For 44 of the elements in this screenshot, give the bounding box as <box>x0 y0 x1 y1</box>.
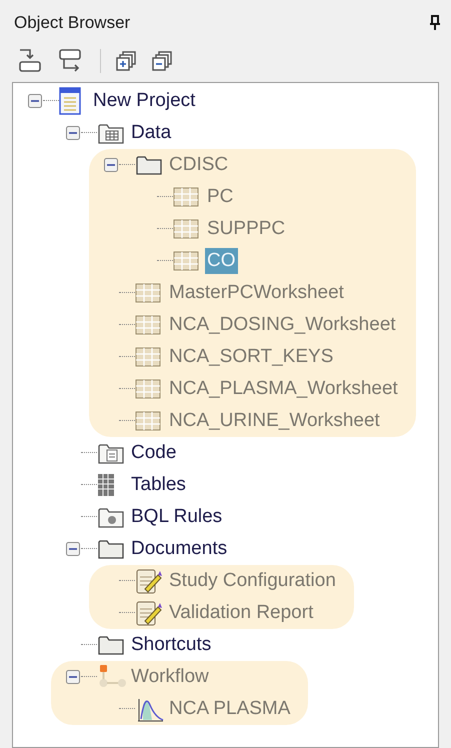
tree-item[interactable]: PC <box>205 184 236 210</box>
collapse-toggle[interactable] <box>104 158 118 172</box>
panel-title: Object Browser <box>14 12 130 34</box>
collapse-toggle[interactable] <box>66 126 80 140</box>
table-icon <box>135 410 161 430</box>
project-icon <box>59 86 81 114</box>
table-icon <box>173 218 199 238</box>
table-icon <box>173 250 199 270</box>
tree-item[interactable]: SUPPPC <box>205 216 288 242</box>
move-down-icon[interactable] <box>18 48 44 74</box>
collapse-toggle[interactable] <box>28 94 42 108</box>
tree-item[interactable]: Data <box>129 120 174 146</box>
tables-icon <box>97 472 115 496</box>
tree-item[interactable]: Study Configuration <box>167 568 338 594</box>
tree-item[interactable]: NCA PLASMA <box>167 696 292 722</box>
pin-icon[interactable] <box>429 14 441 31</box>
collapse-toggle[interactable] <box>66 542 80 556</box>
table-icon <box>135 378 161 398</box>
table-icon <box>173 186 199 206</box>
folder-icon <box>135 154 163 176</box>
tree-item[interactable]: Shortcuts <box>129 632 214 658</box>
tree-item[interactable]: CO <box>205 248 238 274</box>
tree-item[interactable]: NCA_DOSING_Worksheet <box>167 312 398 338</box>
tree-item[interactable]: New Project <box>91 88 198 114</box>
workflow-icon <box>97 664 129 690</box>
table-icon <box>135 282 161 302</box>
expand-all-icon[interactable] <box>115 50 137 72</box>
folder-icon <box>97 634 125 656</box>
table-icon <box>135 346 161 366</box>
tree-item[interactable]: Code <box>129 440 178 466</box>
tree-item[interactable]: BQL Rules <box>129 504 224 530</box>
table-icon <box>135 314 161 334</box>
tree-item[interactable]: Validation Report <box>167 600 316 626</box>
collapse-toggle[interactable] <box>66 670 80 684</box>
tree-item[interactable]: NCA_SORT_KEYS <box>167 344 336 370</box>
tree-item[interactable]: MasterPCWorksheet <box>167 280 346 306</box>
tree-item[interactable]: NCA_URINE_Worksheet <box>167 408 382 434</box>
tree-item[interactable]: Workflow <box>129 664 211 690</box>
tree-item[interactable]: Documents <box>129 536 230 562</box>
collapse-all-icon[interactable] <box>151 50 173 72</box>
tree-item[interactable]: NCA_PLASMA_Worksheet <box>167 376 400 402</box>
folder-icon <box>97 538 125 560</box>
tree-item[interactable]: Tables <box>129 472 188 498</box>
tree-item[interactable]: CDISC <box>167 152 230 178</box>
